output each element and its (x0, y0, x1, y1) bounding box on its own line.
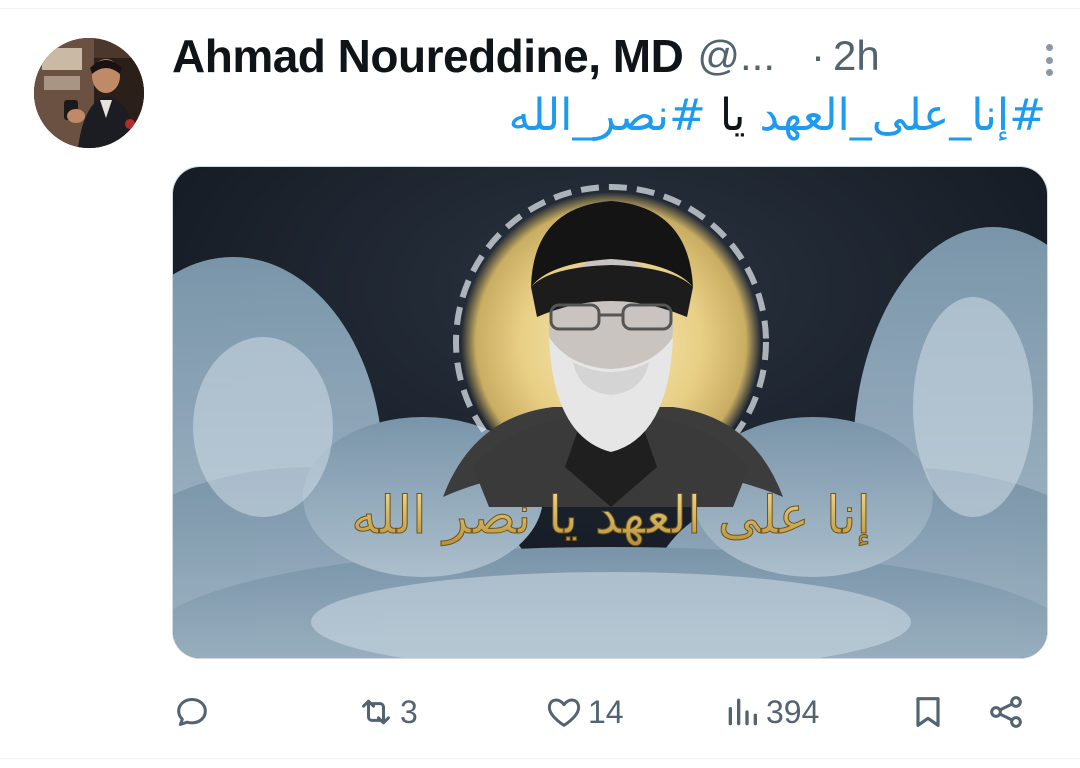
more-options-button[interactable] (1032, 40, 1066, 80)
share-icon (990, 696, 1022, 728)
analytics-bar-icon (728, 698, 757, 726)
user-handle[interactable]: @... (697, 32, 775, 80)
hashtag-link[interactable]: #إنا_على_العهد (760, 90, 1046, 141)
tweet-media-image[interactable]: إنا على العهد يا نصر الله (172, 166, 1048, 659)
hashtag-link[interactable]: #نصر_الله (509, 90, 706, 141)
retweet-button[interactable]: 3 (356, 684, 418, 740)
separator-dot: · (811, 32, 825, 79)
reply-button[interactable] (172, 684, 216, 740)
user-avatar-icon (34, 38, 144, 148)
views-button[interactable]: 394 (722, 684, 819, 740)
tweet-text-word: يا (705, 90, 760, 141)
more-dot-icon (1045, 44, 1053, 51)
top-divider (0, 8, 1080, 9)
share-button[interactable] (986, 684, 1026, 740)
bookmark-icon (916, 697, 940, 727)
avatar[interactable] (34, 38, 144, 148)
retweet-count: 3 (400, 693, 418, 730)
tweet-text: #إنا_على_العهد يا #نصر_الله (509, 90, 1046, 150)
bottom-divider (0, 758, 1080, 759)
bookmark-button[interactable] (908, 684, 948, 740)
views-count: 394 (766, 693, 820, 730)
reply-icon (177, 698, 207, 726)
heart-icon (547, 698, 581, 727)
tweet-actions-bar: 3 14 394 (172, 684, 1048, 740)
display-name[interactable]: Ahmad Noureddine, MD (172, 29, 684, 83)
like-count: 14 (588, 693, 624, 730)
retweet-icon (362, 699, 390, 725)
tweet-header: Ahmad Noureddine, MD @... · 2h (172, 28, 1052, 84)
more-dot-icon (1045, 56, 1053, 64)
timestamp[interactable]: 2h (833, 32, 880, 80)
like-button[interactable]: 14 (544, 684, 624, 740)
media-calligraphy: إنا على العهد يا نصر الله (351, 486, 871, 546)
media-image: إنا على العهد يا نصر الله (173, 167, 1047, 658)
more-dot-icon (1045, 69, 1053, 76)
